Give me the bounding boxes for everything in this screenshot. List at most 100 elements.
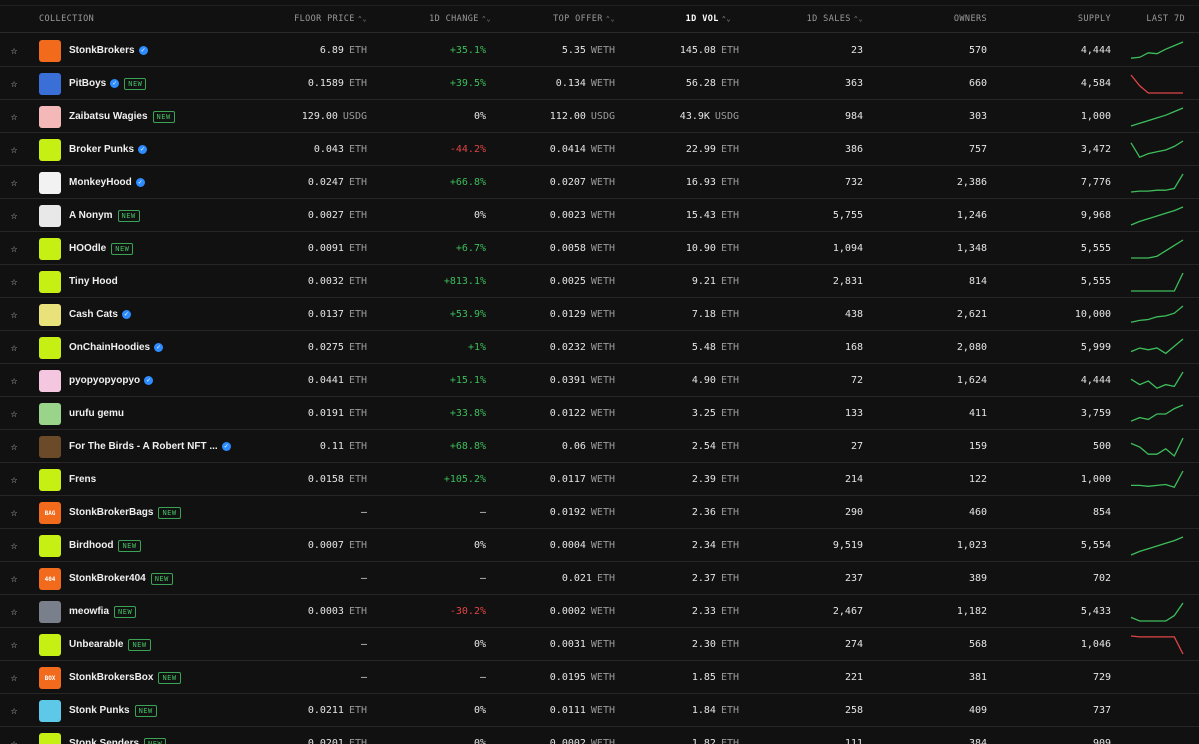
favorite-star-icon[interactable]: ☆ xyxy=(8,331,20,364)
collection-name[interactable]: Birdhood NEW xyxy=(69,529,141,562)
collection-name[interactable]: urufu gemu xyxy=(69,397,124,430)
collection-avatar[interactable] xyxy=(39,403,61,425)
header-collection[interactable]: COLLECTION xyxy=(39,6,94,33)
favorite-star-icon[interactable]: ☆ xyxy=(8,694,20,727)
favorite-star-icon[interactable]: ☆ xyxy=(8,364,20,397)
collection-name[interactable]: pyopyopyopyo ✓ xyxy=(69,364,154,397)
table-row[interactable]: ☆ StonkBrokers ✓ 6.89 ETH +35.1% 5.35 WETH 145.0… xyxy=(0,34,1199,67)
table-row[interactable]: ☆ pyopyopyopyo ✓ 0.0441 ETH +15.1% 0.0391 WETH 4… xyxy=(0,364,1199,397)
table-row[interactable]: ☆ A Nonym NEW 0.0027 ETH 0% 0.0023 WETH 15.43 ETH… xyxy=(0,199,1199,232)
favorite-star-icon[interactable]: ☆ xyxy=(8,232,20,265)
table-row[interactable]: ☆ Unbearable NEW – 0% 0.0031 WETH 2.30 ETH 274 568… xyxy=(0,628,1199,661)
table-row[interactable]: ☆ meowfia NEW 0.0003 ETH -30.2% 0.0002 WETH 2.33… xyxy=(0,595,1199,628)
collection-name[interactable]: Stonk Punks NEW xyxy=(69,694,157,727)
collection-avatar[interactable] xyxy=(39,337,61,359)
collection-name[interactable]: StonkBrokers ✓ xyxy=(69,34,148,67)
collection-name[interactable]: For The Birds - A Robert NFT ... ✓ xyxy=(69,430,231,463)
header-floor-price[interactable]: FLOOR PRICE ⌃⌄ xyxy=(294,6,367,33)
favorite-star-icon[interactable]: ☆ xyxy=(8,397,20,430)
favorite-star-icon[interactable]: ☆ xyxy=(8,727,20,744)
collection-name[interactable]: OnChainHoodies ✓ xyxy=(69,331,164,364)
favorite-star-icon[interactable]: ☆ xyxy=(8,100,20,133)
table-row[interactable]: ☆ Tiny Hood 0.0032 ETH +813.1% 0.0025 WETH 9.21… xyxy=(0,265,1199,298)
favorite-star-icon[interactable]: ☆ xyxy=(8,496,20,529)
collection-name[interactable]: A Nonym NEW xyxy=(69,199,140,232)
favorite-star-icon[interactable]: ☆ xyxy=(8,133,20,166)
table-row[interactable]: ☆ urufu gemu 0.0191 ETH +33.8% 0.0122 WETH 3.25… xyxy=(0,397,1199,430)
favorite-star-icon[interactable]: ☆ xyxy=(8,298,20,331)
favorite-star-icon[interactable]: ☆ xyxy=(8,265,20,298)
collection-avatar[interactable] xyxy=(39,370,61,392)
collection-name[interactable]: Stonk Senders NEW xyxy=(69,727,167,744)
favorite-star-icon[interactable]: ☆ xyxy=(8,628,20,661)
collection-name[interactable]: PitBoys ✓ NEW xyxy=(69,67,147,100)
collection-avatar[interactable] xyxy=(39,601,61,623)
favorite-star-icon[interactable]: ☆ xyxy=(8,661,20,694)
table-row[interactable]: ☆ Stonk Senders NEW 0.0201 ETH 0% 0.0002 WETH 1.… xyxy=(0,727,1199,744)
header-top-offer[interactable]: TOP OFFER ⌃⌄ xyxy=(553,6,615,33)
volume-1d-unit: ETH xyxy=(720,738,739,744)
favorite-star-icon[interactable]: ☆ xyxy=(8,67,20,100)
volume-1d-value: 9.21 xyxy=(691,276,716,287)
collection-name[interactable]: Zaibatsu Wagies NEW xyxy=(69,100,175,133)
table-row[interactable]: ☆ For The Birds - A Robert NFT ... ✓ 0.11 ET… xyxy=(0,430,1199,463)
collection-name[interactable]: meowfia NEW xyxy=(69,595,137,628)
table-row[interactable]: ☆ Stonk Punks NEW 0.0211 ETH 0% 0.0111 WETH 1.84… xyxy=(0,694,1199,727)
header-1d-vol[interactable]: 1D VOL ⌃⌄ xyxy=(686,6,731,33)
favorite-star-icon[interactable]: ☆ xyxy=(8,199,20,232)
collection-avatar[interactable] xyxy=(39,205,61,227)
table-row[interactable]: ☆ OnChainHoodies ✓ 0.0275 ETH +1% 0.0232 WETH 5.… xyxy=(0,331,1199,364)
table-row[interactable]: ☆ HOOdle NEW 0.0091 ETH +6.7% 0.0058 WETH 10.90 E… xyxy=(0,232,1199,265)
header-supply[interactable]: SUPPLY xyxy=(1078,6,1111,33)
owners-count: 757 xyxy=(968,144,987,155)
collection-name[interactable]: StonkBroker404 NEW xyxy=(69,562,173,595)
collection-avatar[interactable] xyxy=(39,304,61,326)
favorite-star-icon[interactable]: ☆ xyxy=(8,430,20,463)
favorite-star-icon[interactable]: ☆ xyxy=(8,562,20,595)
verified-check-icon: ✓ xyxy=(144,376,154,385)
collection-name[interactable]: StonkBrokersBox NEW xyxy=(69,661,181,694)
table-row[interactable]: ☆ Frens 0.0158 ETH +105.2% 0.0117 WETH 2.39 ETH 2… xyxy=(0,463,1199,496)
header-1d-change[interactable]: 1D CHANGE ⌃⌄ xyxy=(429,6,491,33)
collection-avatar[interactable] xyxy=(39,634,61,656)
collection-avatar[interactable] xyxy=(39,271,61,293)
collection-name[interactable]: HOOdle NEW xyxy=(69,232,134,265)
collection-avatar[interactable] xyxy=(39,172,61,194)
collection-name[interactable]: Frens xyxy=(69,463,96,496)
collection-avatar[interactable] xyxy=(39,733,61,744)
collection-avatar[interactable]: BAG xyxy=(39,502,61,524)
collection-avatar[interactable] xyxy=(39,106,61,128)
table-row[interactable]: ☆ MonkeyHood ✓ 0.0247 ETH +66.8% 0.0207 WETH 16.… xyxy=(0,166,1199,199)
favorite-star-icon[interactable]: ☆ xyxy=(8,463,20,496)
table-row[interactable]: ☆ Cash Cats ✓ 0.0137 ETH +53.9% 0.0129 WETH 7.18… xyxy=(0,298,1199,331)
favorite-star-icon[interactable]: ☆ xyxy=(8,166,20,199)
favorite-star-icon[interactable]: ☆ xyxy=(8,34,20,67)
favorite-star-icon[interactable]: ☆ xyxy=(8,595,20,628)
collection-avatar[interactable] xyxy=(39,73,61,95)
collection-name[interactable]: Broker Punks ✓ xyxy=(69,133,148,166)
table-row[interactable]: ☆ PitBoys ✓ NEW 0.1589 ETH +39.5% 0.134 WETH 56.2… xyxy=(0,67,1199,100)
collection-avatar[interactable] xyxy=(39,139,61,161)
collection-avatar[interactable] xyxy=(39,40,61,62)
collection-name[interactable]: StonkBrokerBags NEW xyxy=(69,496,181,529)
table-row[interactable]: ☆ BOX StonkBrokersBox NEW – – 0.0195 WETH 1.85 ET… xyxy=(0,661,1199,694)
collection-avatar[interactable] xyxy=(39,436,61,458)
collection-name[interactable]: Cash Cats ✓ xyxy=(69,298,131,331)
collection-avatar[interactable] xyxy=(39,700,61,722)
table-row[interactable]: ☆ BAG StonkBrokerBags NEW – – 0.0192 WETH 2.36 ET… xyxy=(0,496,1199,529)
collection-avatar[interactable]: BOX xyxy=(39,667,61,689)
table-row[interactable]: ☆ Broker Punks ✓ 0.043 ETH -44.2% 0.0414 WETH 22… xyxy=(0,133,1199,166)
collection-name[interactable]: Unbearable NEW xyxy=(69,628,151,661)
header-1d-sales[interactable]: 1D SALES ⌃⌄ xyxy=(807,6,863,33)
table-row[interactable]: ☆ Birdhood NEW 0.0007 ETH 0% 0.0004 WETH 2.34 ETH… xyxy=(0,529,1199,562)
collection-name[interactable]: Tiny Hood xyxy=(69,265,118,298)
collection-avatar[interactable] xyxy=(39,535,61,557)
table-row[interactable]: ☆ Zaibatsu Wagies NEW 129.00 USDG 0% 112.00 USD… xyxy=(0,100,1199,133)
collection-avatar[interactable]: 404 xyxy=(39,568,61,590)
header-owners[interactable]: OWNERS xyxy=(954,6,987,33)
collection-name[interactable]: MonkeyHood ✓ xyxy=(69,166,145,199)
favorite-star-icon[interactable]: ☆ xyxy=(8,529,20,562)
collection-avatar[interactable] xyxy=(39,469,61,491)
collection-avatar[interactable] xyxy=(39,238,61,260)
table-row[interactable]: ☆ 404 StonkBroker404 NEW – – 0.021 ETH 2.37 ETH 23… xyxy=(0,562,1199,595)
